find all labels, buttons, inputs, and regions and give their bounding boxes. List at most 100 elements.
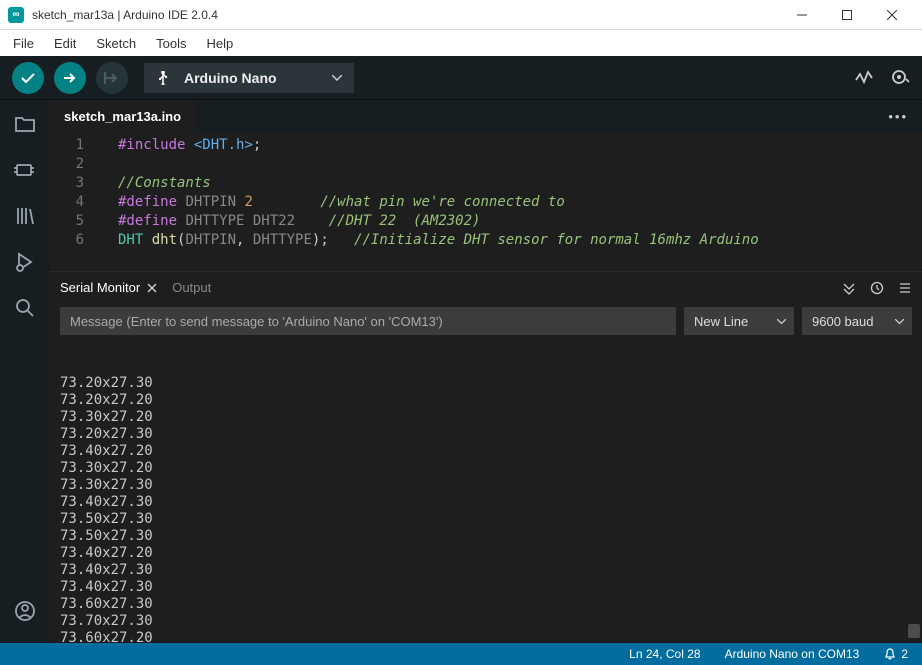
menubar: File Edit Sketch Tools Help bbox=[0, 30, 922, 56]
line-num: 6 bbox=[50, 231, 84, 250]
notifications[interactable]: 2 bbox=[883, 647, 908, 661]
window-controls bbox=[779, 0, 914, 30]
serial-monitor-icon[interactable] bbox=[890, 68, 910, 88]
app-icon bbox=[8, 7, 24, 23]
cursor-position: Ln 24, Col 28 bbox=[629, 647, 700, 661]
line-num: 4 bbox=[50, 193, 84, 212]
notif-count: 2 bbox=[901, 647, 908, 661]
board-selector[interactable]: Arduino Nano bbox=[144, 63, 354, 93]
menu-file[interactable]: File bbox=[4, 33, 43, 54]
debug-icon[interactable] bbox=[11, 248, 39, 276]
serial-line: 73.70x27.30 bbox=[60, 613, 912, 630]
serial-line: 73.20x27.30 bbox=[60, 426, 912, 443]
toolbar: Arduino Nano bbox=[0, 56, 922, 100]
serial-line: 73.20x27.30 bbox=[60, 375, 912, 392]
line-ending-select[interactable]: New Line bbox=[684, 307, 794, 335]
code-token: 2 bbox=[236, 194, 253, 210]
menu-help[interactable]: Help bbox=[197, 33, 242, 54]
chevron-down-icon bbox=[332, 75, 342, 81]
serial-line: 73.30x27.30 bbox=[60, 477, 912, 494]
collapse-icon[interactable] bbox=[842, 281, 856, 295]
serial-line: 73.20x27.20 bbox=[60, 392, 912, 409]
line-num: 5 bbox=[50, 212, 84, 231]
menu-edit[interactable]: Edit bbox=[45, 33, 85, 54]
folder-icon[interactable] bbox=[11, 110, 39, 138]
upload-button[interactable] bbox=[54, 62, 86, 94]
menu-tools[interactable]: Tools bbox=[147, 33, 195, 54]
code-token: #define bbox=[118, 194, 177, 210]
baud-rate-select[interactable]: 9600 baud bbox=[802, 307, 912, 335]
tab-serial-monitor[interactable]: Serial Monitor bbox=[60, 280, 158, 295]
usb-icon bbox=[156, 71, 170, 85]
serial-line: 73.30x27.20 bbox=[60, 460, 912, 477]
code-token: #define bbox=[118, 213, 177, 229]
code-token: <DHT.h> bbox=[185, 137, 252, 153]
activity-bar bbox=[0, 100, 50, 643]
serial-message-input[interactable]: Message (Enter to send message to 'Ardui… bbox=[60, 307, 676, 335]
chevron-down-icon bbox=[895, 319, 904, 324]
select-value: New Line bbox=[694, 314, 748, 329]
search-icon[interactable] bbox=[11, 294, 39, 322]
code-token: ; bbox=[320, 232, 328, 248]
serial-line: 73.40x27.20 bbox=[60, 545, 912, 562]
main-area: sketch_mar13a.ino ••• 1 2 3 4 5 6 #inclu… bbox=[0, 100, 922, 643]
statusbar: Ln 24, Col 28 Arduino Nano on COM13 2 bbox=[0, 643, 922, 665]
code-token: dht bbox=[143, 232, 177, 248]
minimize-button[interactable] bbox=[779, 0, 824, 30]
editor-tab[interactable]: sketch_mar13a.ino bbox=[50, 100, 195, 132]
line-num: 2 bbox=[50, 155, 84, 174]
tab-output[interactable]: Output bbox=[172, 280, 211, 295]
serial-line: 73.40x27.30 bbox=[60, 579, 912, 596]
board-port[interactable]: Arduino Nano on COM13 bbox=[725, 647, 860, 661]
line-num: 1 bbox=[50, 136, 84, 155]
bell-icon bbox=[883, 647, 897, 661]
panel-right-icons bbox=[842, 281, 912, 295]
serial-line: 73.50x27.30 bbox=[60, 528, 912, 545]
serial-output[interactable]: 73.20x27.3073.20x27.2073.30x27.2073.20x2… bbox=[50, 339, 922, 643]
serial-line: 73.40x27.30 bbox=[60, 562, 912, 579]
code-token: DHTPIN bbox=[185, 232, 236, 248]
window-title: sketch_mar13a | Arduino IDE 2.0.4 bbox=[32, 8, 779, 22]
code-token: //Constants bbox=[118, 175, 211, 191]
code-content[interactable]: #include <DHT.h>; //Constants#define DHT… bbox=[106, 132, 922, 271]
code-token: DHTPIN bbox=[177, 194, 236, 210]
tab-more-icon[interactable]: ••• bbox=[888, 109, 908, 124]
panel-tabs: Serial Monitor Output bbox=[50, 271, 922, 303]
editor-column: sketch_mar13a.ino ••• 1 2 3 4 5 6 #inclu… bbox=[50, 100, 922, 643]
titlebar: sketch_mar13a | Arduino IDE 2.0.4 bbox=[0, 0, 922, 30]
serial-plotter-icon[interactable] bbox=[854, 68, 874, 88]
line-num: 3 bbox=[50, 174, 84, 193]
verify-button[interactable] bbox=[12, 62, 44, 94]
board-name: Arduino Nano bbox=[184, 70, 277, 86]
serial-line: 73.40x27.20 bbox=[60, 443, 912, 460]
debug-button[interactable] bbox=[96, 62, 128, 94]
code-token: , bbox=[236, 232, 253, 248]
chevron-down-icon bbox=[777, 319, 786, 324]
code-token: DHTTYPE bbox=[177, 213, 244, 229]
tab-label: Serial Monitor bbox=[60, 280, 140, 295]
maximize-button[interactable] bbox=[824, 0, 869, 30]
boards-manager-icon[interactable] bbox=[11, 156, 39, 184]
library-manager-icon[interactable] bbox=[11, 202, 39, 230]
scrollbar-thumb[interactable] bbox=[908, 624, 920, 638]
code-pad bbox=[329, 232, 354, 248]
code-token: DHT bbox=[118, 232, 143, 248]
editor-tabs: sketch_mar13a.ino ••• bbox=[50, 100, 922, 132]
code-pad bbox=[253, 194, 320, 210]
code-editor[interactable]: 1 2 3 4 5 6 #include <DHT.h>; //Constant… bbox=[50, 132, 922, 271]
account-icon[interactable] bbox=[11, 597, 39, 625]
serial-line: 73.60x27.30 bbox=[60, 596, 912, 613]
close-icon[interactable] bbox=[146, 282, 158, 294]
code-pad bbox=[295, 213, 329, 229]
menu-sketch[interactable]: Sketch bbox=[87, 33, 145, 54]
code-token: ; bbox=[253, 137, 261, 153]
clock-icon[interactable] bbox=[870, 281, 884, 295]
close-button[interactable] bbox=[869, 0, 914, 30]
serial-controls: Message (Enter to send message to 'Ardui… bbox=[50, 303, 922, 339]
serial-line: 73.40x27.30 bbox=[60, 494, 912, 511]
toolbar-right bbox=[854, 68, 910, 88]
clear-icon[interactable] bbox=[898, 281, 912, 295]
serial-line: 73.50x27.30 bbox=[60, 511, 912, 528]
code-token: //what pin we're connected to bbox=[320, 194, 564, 210]
line-gutter: 1 2 3 4 5 6 bbox=[50, 132, 106, 271]
